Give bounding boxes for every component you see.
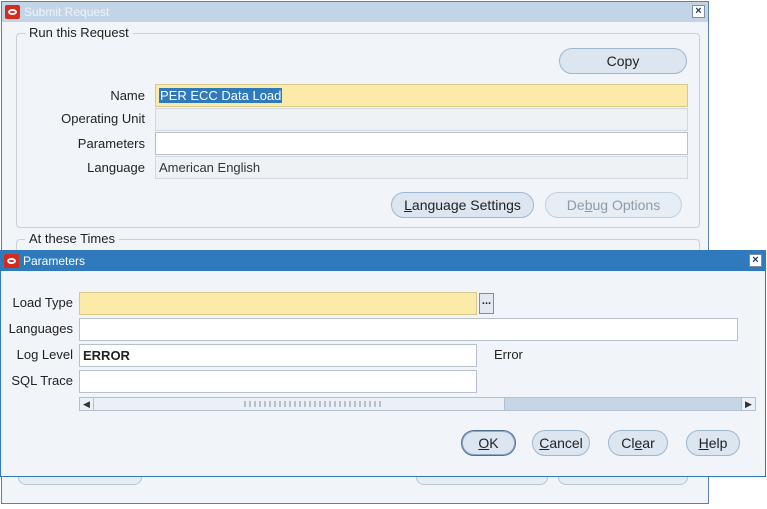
horizontal-scrollbar[interactable]: ◀ ▶ [79, 397, 756, 411]
btn-text: De [566, 197, 585, 213]
close-icon[interactable]: × [692, 5, 705, 18]
operating-unit-field[interactable] [155, 108, 688, 131]
scroll-right-icon[interactable]: ▶ [741, 398, 755, 410]
btn-text: anguage Settings [411, 197, 521, 213]
btn-mnemonic: L [404, 197, 412, 213]
name-label: Name [110, 88, 145, 103]
submit-request-titlebar[interactable]: Submit Request × [2, 2, 708, 22]
group-legend: Run this Request [25, 25, 133, 40]
parameters-window: Parameters × Load Type ... Languages Log… [0, 250, 766, 477]
load-type-label: Load Type [12, 295, 73, 310]
group-legend: At these Times [25, 231, 119, 246]
load-type-field[interactable] [79, 292, 477, 315]
ok-button[interactable]: OK [461, 430, 516, 456]
language-settings-button[interactable]: Language Settings [391, 192, 534, 218]
btn-mnemonic: O [478, 435, 490, 451]
btn-text: Cl [621, 435, 635, 451]
sql-trace-field[interactable] [79, 370, 477, 393]
operating-unit-label: Operating Unit [61, 111, 145, 126]
btn-mnemonic: H [698, 435, 709, 451]
log-level-label: Log Level [16, 347, 73, 362]
list-of-values-button[interactable]: ... [479, 293, 494, 314]
parameters-label: Parameters [77, 136, 145, 151]
copy-button[interactable]: Copy [559, 48, 687, 74]
btn-text: ug Options [592, 197, 661, 213]
parameters-titlebar[interactable]: Parameters × [1, 251, 765, 271]
hidden-button-stub [18, 477, 142, 485]
oracle-logo-icon [5, 5, 20, 19]
hidden-button-stub [558, 477, 688, 485]
btn-text: ancel [549, 435, 583, 451]
help-button[interactable]: Help [686, 430, 740, 456]
languages-field[interactable] [79, 318, 738, 341]
btn-text: ar [642, 435, 655, 451]
btn-text: elp [708, 435, 728, 451]
window-title: Submit Request [24, 5, 110, 19]
scroll-thumb[interactable] [94, 398, 505, 410]
btn-text: K [489, 435, 499, 451]
scroll-left-icon[interactable]: ◀ [80, 398, 94, 410]
language-field[interactable]: American English [155, 156, 688, 179]
log-level-description: Error [494, 347, 523, 362]
name-field[interactable]: PER ECC Data Load [155, 84, 688, 107]
cancel-button[interactable]: Cancel [532, 430, 590, 456]
oracle-logo-icon [4, 254, 19, 268]
btn-mnemonic: C [539, 435, 550, 451]
close-icon[interactable]: × [749, 254, 762, 267]
sql-trace-label: SQL Trace [11, 373, 73, 388]
clear-button[interactable]: Clear [608, 430, 668, 456]
log-level-field[interactable]: ERROR [79, 344, 477, 367]
languages-label: Languages [8, 321, 73, 336]
window-title: Parameters [23, 254, 86, 268]
language-label: Language [87, 160, 145, 175]
name-value: PER ECC Data Load [159, 88, 283, 103]
parameters-field[interactable] [155, 132, 688, 155]
hidden-button-stub [416, 477, 548, 485]
debug-options-button[interactable]: Debug Options [545, 192, 682, 218]
